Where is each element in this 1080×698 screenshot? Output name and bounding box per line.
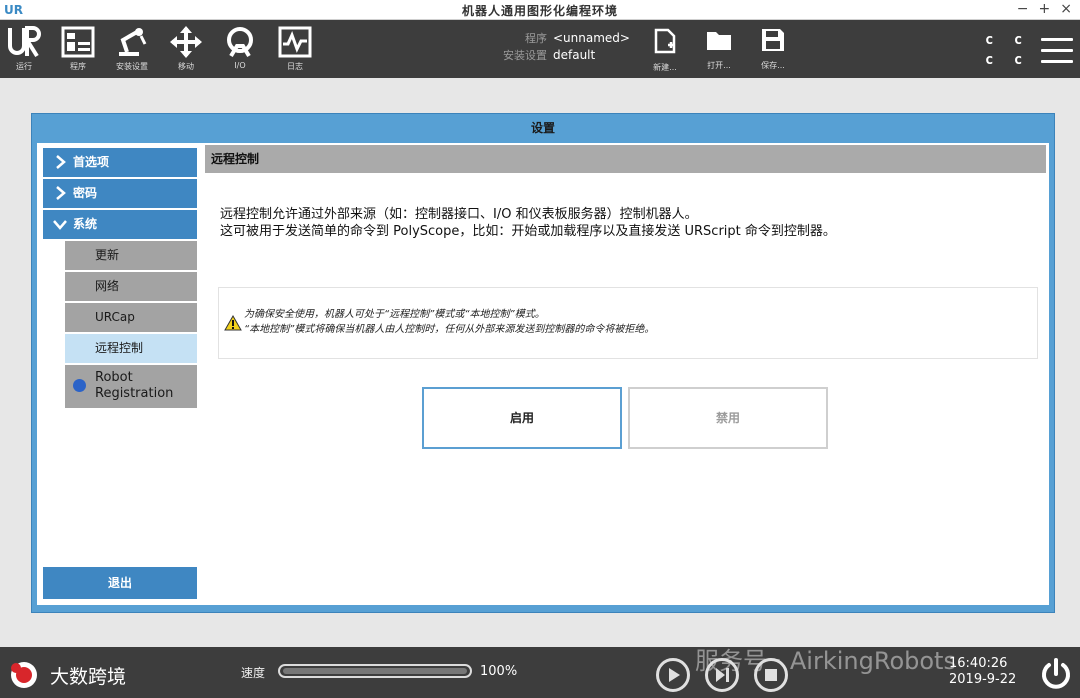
- stop-icon: [765, 669, 777, 681]
- sidebar-item-preferences[interactable]: 首选项: [43, 148, 197, 177]
- sidebar-item-label: URCap: [95, 310, 135, 324]
- dialog-body: 首选项 密码 系统 更新 网络 URCap 远程控制 Robot Registr…: [37, 143, 1049, 605]
- settings-dialog: 设置 首选项 密码 系统 更新 网络 URCap 远程控制 Robot Regi…: [31, 113, 1055, 613]
- robot-status-indicator: c c c c: [985, 30, 1028, 70]
- sidebar-item-label: 远程控制: [95, 341, 144, 355]
- tab-installation-label: 安装设置: [116, 62, 148, 71]
- clock-date: 2019-9-22: [949, 672, 1017, 687]
- robot-arm-icon: [119, 28, 147, 56]
- description-line-2: 这可被用于发送简单的命令到 PolyScope，比如：开始或加载程序以及直接发送…: [220, 224, 836, 239]
- tab-program[interactable]: 程序: [56, 26, 100, 76]
- power-icon[interactable]: [1039, 657, 1073, 691]
- status-dot-icon: [73, 379, 86, 392]
- status-row-2: c c: [985, 52, 1029, 68]
- warning-text: 为确保安全使用，机器人可处于“远程控制”模式或“本地控制”模式。 “本地控制”模…: [244, 307, 654, 337]
- hamburger-menu-icon[interactable]: [1041, 38, 1073, 64]
- tab-io[interactable]: I/O: [218, 26, 262, 76]
- minimize-button[interactable]: −: [1017, 0, 1029, 19]
- program-info: 程序 <unnamed> 安装设置 default: [495, 30, 630, 64]
- description-text: 远程控制允许通过外部来源（如：控制器接口、I/O 和仪表板服务器）控制机器人。 …: [220, 206, 836, 240]
- tab-move[interactable]: 移动: [164, 26, 208, 76]
- open-file-button[interactable]: 打开...: [699, 28, 739, 71]
- speed-slider-fill: [283, 668, 467, 674]
- disable-button[interactable]: 禁用: [628, 387, 828, 449]
- maximize-button[interactable]: +: [1039, 0, 1051, 19]
- sidebar-item-label: 网络: [95, 279, 120, 293]
- brand-name: 大数跨境: [50, 665, 127, 688]
- dialog-title: 设置: [530, 121, 555, 135]
- chevron-right-icon: [56, 186, 66, 200]
- sidebar-subitem-urcap[interactable]: URCap: [65, 303, 197, 332]
- sidebar-item-label: Robot Registration: [95, 370, 174, 401]
- speed-value: 100%: [480, 664, 518, 679]
- window-titlebar: UR 机器人通用图形化编程环境 − + ×: [0, 0, 1080, 20]
- footer-bar: 大数跨境 速度 100% 服务号 · AirkingRobots 16:40:2…: [0, 647, 1080, 698]
- tab-move-label: 移动: [178, 62, 194, 71]
- status-row-1: c c: [985, 32, 1029, 48]
- warning-icon: [224, 315, 242, 331]
- tab-run[interactable]: 运行: [2, 26, 46, 76]
- sidebar-subitem-robot-registration[interactable]: Robot Registration: [65, 365, 197, 408]
- tab-run-label: 运行: [16, 62, 32, 71]
- new-file-button[interactable]: 新建...: [645, 28, 685, 73]
- folder-icon: [707, 32, 731, 50]
- panel-header: 远程控制: [205, 145, 1046, 173]
- tab-io-label: I/O: [234, 61, 246, 70]
- speed-slider[interactable]: [278, 664, 472, 678]
- brand-logo: 大数跨境: [8, 661, 126, 689]
- new-file-icon: [654, 28, 676, 54]
- warning-box: 为确保安全使用，机器人可处于“远程控制”模式或“本地控制”模式。 “本地控制”模…: [218, 287, 1038, 359]
- program-icon: [61, 26, 95, 58]
- play-button[interactable]: [656, 658, 690, 692]
- open-file-label: 打开...: [707, 61, 731, 70]
- tab-installation[interactable]: 安装设置: [110, 26, 154, 76]
- close-button[interactable]: ×: [1060, 0, 1072, 19]
- chevron-down-icon: [53, 220, 67, 230]
- sidebar-subitem-remote-control[interactable]: 远程控制: [65, 334, 197, 363]
- sidebar-item-system[interactable]: 系统: [43, 210, 197, 239]
- step-icon: [716, 668, 729, 682]
- tab-log-label: 日志: [287, 62, 303, 71]
- main-toolbar: 运行 程序 安装设置 移动 I/O 日志 程序 <unnamed> 安装设置 d…: [0, 20, 1080, 78]
- save-file-button[interactable]: 保存...: [753, 28, 793, 71]
- save-icon: [762, 29, 784, 51]
- description-line-1: 远程控制允许通过外部来源（如：控制器接口、I/O 和仪表板服务器）控制机器人。: [220, 207, 698, 222]
- clock-time: 16:40:26: [949, 656, 1008, 671]
- sidebar-item-label: 首选项: [73, 155, 110, 169]
- remote-control-panel: 远程控制 远程控制允许通过外部来源（如：控制器接口、I/O 和仪表板服务器）控制…: [205, 145, 1046, 603]
- installation-name: default: [553, 48, 596, 62]
- tab-log[interactable]: 日志: [273, 26, 317, 76]
- move-arrows-icon: [170, 26, 202, 58]
- new-file-label: 新建...: [653, 63, 677, 72]
- warning-line-1: 为确保安全使用，机器人可处于“远程控制”模式或“本地控制”模式。: [244, 309, 545, 320]
- enable-button[interactable]: 启用: [422, 387, 622, 449]
- warning-line-2: “本地控制”模式将确保当机器人由人控制时，任何从外部来源发送到控制器的命令将被拒…: [244, 324, 655, 335]
- chevron-right-icon: [56, 155, 66, 169]
- sidebar-subitem-update[interactable]: 更新: [65, 241, 197, 270]
- io-icon: [227, 27, 253, 58]
- sidebar-item-password[interactable]: 密码: [43, 179, 197, 208]
- settings-sidebar: 首选项 密码 系统 更新 网络 URCap 远程控制 Robot Registr…: [43, 148, 198, 600]
- sidebar-subitem-network[interactable]: 网络: [65, 272, 197, 301]
- speed-label: 速度: [241, 666, 266, 680]
- program-name: <unnamed>: [553, 31, 630, 45]
- exit-button[interactable]: 退出: [43, 567, 197, 599]
- stop-button[interactable]: [754, 658, 788, 692]
- sidebar-item-label: 系统: [73, 217, 98, 231]
- play-icon: [669, 668, 680, 682]
- sidebar-item-label: 更新: [95, 248, 120, 262]
- save-file-label: 保存...: [761, 61, 785, 70]
- brand-logo-icon: [11, 662, 37, 688]
- tab-program-label: 程序: [70, 62, 86, 71]
- ur-logo-icon: [8, 26, 41, 58]
- window-title: 机器人通用图形化编程环境: [461, 4, 618, 18]
- sidebar-item-label: 密码: [73, 186, 98, 200]
- system-clock: 16:40:26 2019-9-22: [949, 656, 1016, 688]
- step-button[interactable]: [705, 658, 739, 692]
- log-icon: [278, 26, 312, 58]
- program-key: 程序: [525, 32, 547, 45]
- installation-key: 安装设置: [503, 49, 547, 62]
